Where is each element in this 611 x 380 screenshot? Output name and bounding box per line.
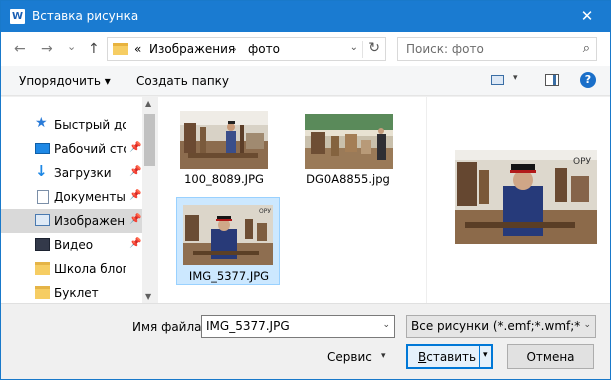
cancel-button[interactable]: Отмена [507, 344, 594, 369]
sidebar-item-downloads[interactable]: ↓ Загрузки 📌 [1, 161, 142, 185]
folder-icon [35, 262, 50, 275]
documents-icon [37, 190, 49, 204]
navigation-pane: › ★ Быстрый доступ Рабочий стол 📌 ↓ Загр… [1, 97, 157, 303]
chevron-down-icon[interactable]: ⌄ [583, 320, 591, 330]
refresh-icon[interactable]: ↻ [368, 40, 380, 56]
breadcrumb-photo[interactable]: фото [248, 42, 280, 56]
sidebar-item-label: Документы [54, 190, 126, 204]
file-tile[interactable]: ОРУ IMG_5377.JPG [176, 197, 280, 285]
breadcrumb-pictures[interactable]: Изображения [149, 42, 235, 56]
folder-icon [35, 286, 50, 299]
command-bar: Упорядочить ▾ Создать папку ▾ ? [1, 66, 610, 96]
file-type-value: Все рисунки (*.emf;*.wmf;*.jpg [411, 319, 581, 333]
cancel-button-label: Отмена [526, 350, 575, 364]
pin-icon[interactable]: 📌 [129, 214, 141, 225]
navigation-bar: ← → ⌄ ↑ « Изображения › фото ⌄ ↻ Поиск: … [1, 32, 610, 66]
sidebar-item-booklet[interactable]: Буклет [1, 281, 142, 305]
close-button[interactable]: ✕ [564, 1, 610, 32]
view-options-dropdown-icon[interactable]: ▾ [513, 73, 518, 83]
museum-photo-2 [305, 114, 393, 169]
back-arrow-icon[interactable]: ← [14, 41, 26, 57]
insert-button-label: Вставить [418, 350, 476, 364]
pictures-icon [35, 214, 50, 226]
video-icon [35, 238, 50, 251]
scroll-down-icon[interactable]: ▼ [145, 292, 151, 301]
sidebar-scrollbar[interactable]: ▲ ▼ [142, 97, 157, 303]
insert-label-rest: ставить [426, 350, 477, 364]
word-app-icon: W [10, 9, 25, 24]
sidebar-item-desktop[interactable]: Рабочий стол 📌 [1, 137, 142, 161]
search-placeholder: Поиск: фото [406, 42, 484, 56]
up-arrow-icon[interactable]: ↑ [88, 41, 100, 57]
chevron-down-icon[interactable]: ⌄ [382, 320, 390, 330]
photo-thumbnail: ОРУ [183, 205, 273, 265]
sidebar-item-quick-access[interactable]: ★ Быстрый доступ [1, 113, 142, 137]
photo-thumbnail [180, 111, 268, 169]
address-dropdown-icon[interactable]: ⌄ [350, 42, 358, 53]
search-icon[interactable]: ⌕ [583, 41, 590, 56]
scroll-up-icon[interactable]: ▲ [145, 99, 151, 108]
sidebar-item-label: Загрузки [54, 166, 112, 180]
photo-caption-text: ОРУ [259, 208, 271, 215]
sidebar-item-documents[interactable]: Документы 📌 [1, 185, 142, 209]
museum-photo-3: ОРУ [183, 205, 273, 265]
insert-button[interactable]: Вставить ▾ [406, 344, 493, 369]
pin-icon[interactable]: 📌 [129, 238, 141, 249]
file-tile[interactable]: DG0A8855.jpg [296, 101, 400, 189]
insert-accelerator: В [418, 350, 427, 364]
split-divider [479, 346, 480, 367]
file-type-select[interactable]: Все рисунки (*.emf;*.wmf;*.jpg ⌄ [406, 315, 596, 338]
museum-photo-1 [180, 111, 268, 169]
preview-photo: ОРУ [455, 150, 597, 244]
title-bar: W Вставка рисунка ✕ [1, 1, 610, 32]
filename-label: Имя файла: [132, 320, 206, 334]
scrollbar-thumb[interactable] [144, 114, 155, 166]
sidebar-item-label: Рабочий стол [54, 142, 126, 156]
sidebar-item-label: Буклет [54, 286, 99, 300]
photo-thumbnail [305, 114, 393, 169]
filename-field[interactable]: IMG_5377.JPG ⌄ [201, 315, 395, 338]
insert-dropdown-icon[interactable]: ▾ [483, 350, 488, 360]
preview-image: ОРУ [455, 150, 597, 244]
preview-pane-icon[interactable] [545, 74, 559, 86]
file-name: 100_8089.JPG [184, 172, 264, 186]
file-tile[interactable]: 100_8089.JPG [172, 101, 276, 189]
dialog-footer: Имя файла: IMG_5377.JPG ⌄ Все рисунки (*… [1, 303, 610, 379]
folder-icon [113, 43, 128, 55]
breadcrumb-separator[interactable]: › [232, 42, 237, 56]
help-icon[interactable]: ? [580, 72, 596, 88]
new-folder-button[interactable]: Создать папку [136, 74, 229, 88]
preview-caption-text: ОРУ [573, 157, 592, 167]
pin-icon[interactable]: 📌 [129, 190, 141, 201]
pin-icon[interactable]: 📌 [129, 166, 141, 177]
desktop-icon [35, 143, 50, 154]
star-icon: ★ [35, 115, 48, 131]
address-bar[interactable]: « Изображения › фото ⌄ ↻ [107, 37, 386, 61]
forward-arrow-icon[interactable]: → [41, 41, 53, 57]
recent-locations-chevron-icon[interactable]: ⌄ [67, 39, 76, 55]
sidebar-item-label: Быстрый доступ [54, 118, 126, 132]
file-name: IMG_5377.JPG [188, 269, 270, 283]
filename-value[interactable]: IMG_5377.JPG [206, 319, 290, 333]
pin-icon[interactable]: 📌 [129, 142, 141, 153]
insert-picture-dialog: W Вставка рисунка ✕ ← → ⌄ ↑ « Изображени… [0, 0, 611, 380]
sidebar-item-label: Изображения [54, 214, 126, 228]
search-input[interactable]: Поиск: фото ⌕ [397, 37, 597, 61]
preview-pane: ОРУ [426, 97, 610, 303]
change-view-icon[interactable] [491, 75, 504, 85]
address-divider [362, 41, 363, 58]
organize-button[interactable]: Упорядочить ▾ [19, 74, 111, 88]
sidebar-item-pictures[interactable]: Изображения 📌 [1, 209, 142, 233]
sidebar-item-blogger-school[interactable]: Школа блоггера [1, 257, 142, 281]
tools-button[interactable]: Сервис [327, 350, 372, 364]
sidebar-item-video[interactable]: Видео 📌 [1, 233, 142, 257]
file-name: DG0A8855.jpg [306, 172, 390, 186]
tools-dropdown-icon[interactable]: ▾ [381, 351, 386, 361]
download-icon: ↓ [35, 162, 48, 180]
sidebar-item-label: Школа блоггера [54, 262, 126, 276]
sidebar-item-label: Видео [54, 238, 94, 252]
dialog-title: Вставка рисунка [32, 9, 139, 23]
file-list: 100_8089.JPG DG0A8855.jpg ОРУ IMG_5377.J… [158, 97, 426, 303]
address-overflow[interactable]: « [134, 42, 141, 56]
